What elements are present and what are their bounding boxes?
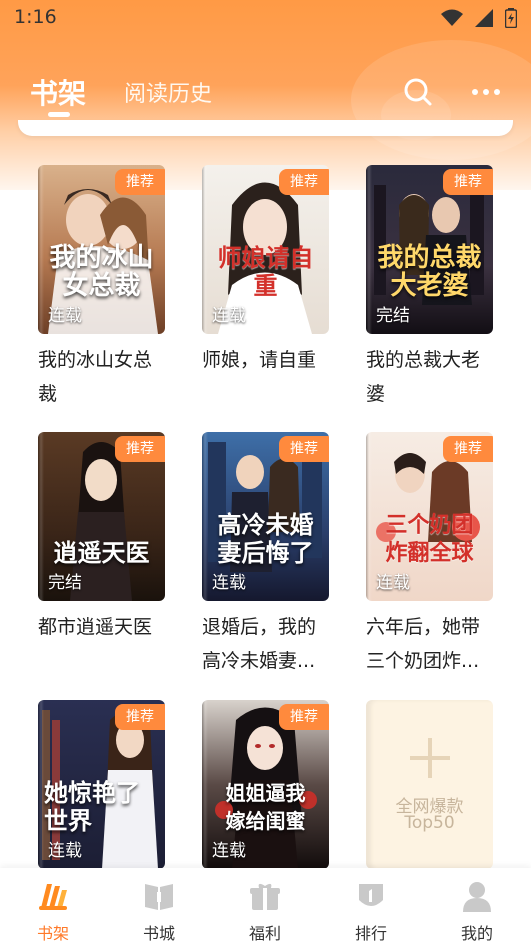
book-title[interactable]: 六年后，她带三个奶团炸... [366,610,494,678]
top50-card[interactable]: 全网爆款 Top50 [366,700,493,869]
nav-book-city[interactable]: 书城 [106,868,212,944]
serial-status: 连载 [212,841,246,861]
tab-reading-history[interactable]: 阅读历史 [124,76,212,108]
signal-icon [474,8,493,27]
book-title[interactable]: 师娘，请自重 [202,343,330,377]
status-icons [435,6,517,28]
serial-status: 连载 [212,306,246,326]
cover-title: 我的冰山 女总裁 [49,243,154,301]
welfare-icon [250,883,280,910]
serial-status: 完结 [48,573,82,593]
serial-status: 完结 [376,306,410,326]
book-cover[interactable]: 她惊艳了 世界 推荐 连载 [38,700,165,869]
nav-bookshelf[interactable]: 书架 [0,868,106,944]
wifi-icon [440,9,463,26]
nav-label: 我的 [460,924,493,943]
nav-ranking[interactable]: 排行 [318,868,424,944]
serial-status: 连载 [212,573,246,593]
recommend-badge: 推荐 [279,436,329,462]
more-icon [472,89,500,95]
recommend-badge: 推荐 [115,704,165,730]
book-title[interactable]: 都市逍遥天医 [38,610,166,644]
book-title[interactable]: 我的总裁大老婆 [366,343,494,411]
nav-label: 书架 [36,924,69,943]
nav-label: 书城 [142,924,175,943]
book-title[interactable]: 我的冰山女总裁 [38,343,166,411]
bottom-nav: 书架 书城 福利 排行 我的 [0,868,531,944]
nav-welfare[interactable]: 福利 [212,868,318,944]
bookshelf-icon [39,884,67,910]
book-cover[interactable]: 三个奶团 炸翻全球 推荐 连载 [366,432,493,601]
status-time: 1:16 [14,6,57,28]
plus-icon [410,738,450,778]
cover-title: 我的总裁 大老婆 [377,243,482,301]
header-card-edge [18,120,513,136]
top50-line2: Top50 [404,813,455,833]
book-cover[interactable]: 逍遥天医 推荐 完结 [38,432,165,601]
book-cover[interactable]: 我的总裁 大老婆 推荐 完结 [366,165,493,334]
cover-title: 她惊艳了 世界 [44,778,140,835]
ranking-icon [359,884,383,906]
nav-label: 福利 [248,924,281,943]
nav-profile[interactable]: 我的 [424,868,530,944]
recommend-badge: 推荐 [443,436,493,462]
battery-icon [505,7,517,28]
book-city-icon [145,884,173,910]
recommend-badge: 推荐 [115,436,165,462]
tab-bookshelf[interactable]: 书架 [30,72,86,112]
recommend-badge: 推荐 [115,169,165,195]
book-cover[interactable]: 高冷未婚 妻后悔了 推荐 连载 [202,432,329,601]
more-button[interactable] [468,74,504,110]
cover-title: 三个奶团 炸翻全球 [385,512,474,566]
recommend-badge: 推荐 [443,169,493,195]
tab-active-indicator [48,112,70,117]
book-cover[interactable]: 师娘请自重 推荐 连载 [202,165,329,334]
serial-status: 连载 [48,841,82,861]
header: 1:16 书架 阅读历史 [0,0,531,190]
serial-status: 连载 [48,306,82,326]
nav-label: 排行 [354,924,387,943]
cover-title: 逍遥天医 [53,538,150,567]
cover-title: 高冷未婚 妻后悔了 [217,510,314,567]
book-cover[interactable]: 姐姐逼我 嫁给闺蜜 推荐 连载 [202,700,329,869]
search-button[interactable] [400,74,436,110]
status-bar: 1:16 [0,0,531,36]
shelf-tabs: 书架 阅读历史 [0,62,531,122]
cover-spine [38,432,44,601]
serial-status: 连载 [376,573,410,593]
search-icon [404,78,432,106]
recommend-badge: 推荐 [279,169,329,195]
book-title[interactable]: 退婚后，我的高冷未婚妻... [202,610,330,678]
profile-icon [463,882,491,912]
book-cover[interactable]: 我的冰山 女总裁 推荐 连载 [38,165,165,334]
cover-title: 师娘请自重 [217,243,314,300]
recommend-badge: 推荐 [279,704,329,730]
cover-title: 姐姐逼我 嫁给闺蜜 [225,781,306,833]
